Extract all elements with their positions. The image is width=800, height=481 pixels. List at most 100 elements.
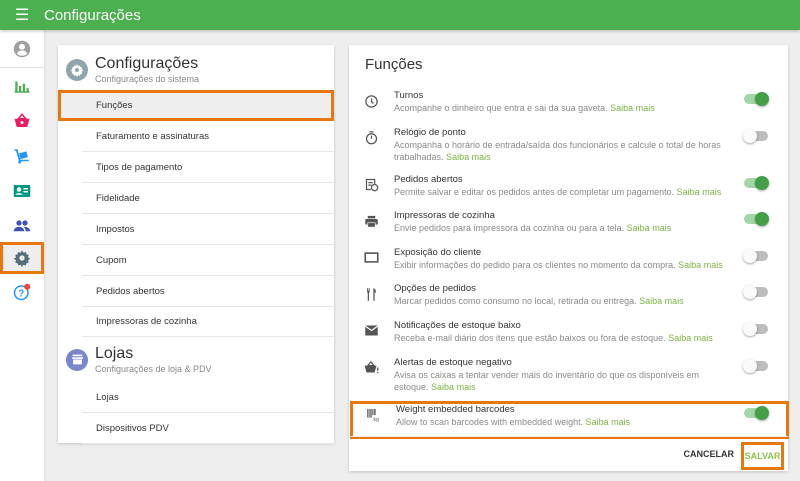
- feature-toggle[interactable]: [743, 285, 768, 300]
- svg-text:?: ?: [18, 289, 24, 300]
- utensils-icon: [363, 286, 379, 302]
- toggle-knob[interactable]: [743, 128, 757, 143]
- dolly-icon[interactable]: [0, 141, 44, 171]
- feature-description-text: Exibir informações do pedido para os cli…: [394, 259, 676, 270]
- learn-more-link[interactable]: Saiba mais: [677, 187, 722, 197]
- feature-description-text: Acompanha o horário de entrada/saída dos…: [394, 139, 721, 162]
- feature-title: Relógio de ponto: [394, 126, 466, 138]
- feature-description-text: Receba e-mail diário dos itens que estão…: [394, 332, 666, 343]
- contact-card-icon[interactable]: [0, 176, 44, 206]
- learn-more-link[interactable]: Saiba mais: [610, 103, 655, 113]
- feature-description: Acompanha o horário de entrada/saída dos…: [394, 139, 728, 163]
- menu-item-funcoes[interactable]: Funções: [58, 90, 334, 121]
- section-header-configuracoes: Configurações Configurações do sistema: [66, 55, 199, 84]
- toggle-knob[interactable]: [743, 358, 757, 373]
- feature-toggle[interactable]: [743, 358, 768, 373]
- toggle-knob[interactable]: [743, 248, 757, 263]
- menu-item-impostos[interactable]: Impostos: [58, 214, 334, 245]
- clock-icon: [363, 93, 379, 109]
- feature-description: Marcar pedidos como consumo no local, re…: [394, 295, 728, 307]
- section-header-lojas: Lojas Configurações de loja & PDV: [66, 345, 212, 374]
- menu-item-impressoras[interactable]: Impressoras de cozinha: [58, 306, 334, 337]
- feature-toggle[interactable]: [744, 175, 769, 190]
- menu-item-lojas[interactable]: Lojas: [58, 382, 334, 413]
- learn-more-link[interactable]: Saiba mais: [586, 417, 631, 427]
- stopwatch-icon: [363, 130, 379, 146]
- save-button[interactable]: SALVAR: [741, 442, 784, 470]
- feature-title: Alertas de estoque negativo: [394, 356, 512, 368]
- toggle-knob[interactable]: [743, 321, 757, 336]
- store-icon: [66, 348, 88, 371]
- feature-description: Permite salvar e editar os pedidos antes…: [394, 186, 728, 198]
- barcode-kg-icon: kg: [365, 407, 381, 423]
- feature-row: Exposição do cliente Exibir informações …: [349, 245, 788, 282]
- learn-more-link[interactable]: Saiba mais: [431, 382, 476, 392]
- printer-icon: [363, 213, 379, 229]
- feature-toggle[interactable]: [744, 92, 769, 106]
- feature-toggle[interactable]: [743, 248, 768, 263]
- gear-icon[interactable]: [0, 242, 44, 274]
- feature-title: Opções de pedidos: [394, 283, 476, 295]
- feature-description: Acompanhe o dinheiro que entra e sai da …: [394, 102, 728, 114]
- menu-item-cupom[interactable]: Cupom: [58, 245, 334, 276]
- sidebar-divider: [0, 67, 44, 68]
- cancel-button[interactable]: CANCELAR: [684, 449, 735, 459]
- learn-more-link[interactable]: Saiba mais: [639, 296, 684, 306]
- toggle-knob[interactable]: [755, 92, 769, 106]
- feature-toggle[interactable]: [743, 128, 768, 143]
- features-card: Funções Turnos Acompanhe o dinheiro que …: [349, 45, 789, 471]
- section-subtitle: Configurações do sistema: [95, 74, 200, 84]
- features-title: Funções: [365, 56, 423, 73]
- feature-row: Pedidos abertos Permite salvar e editar …: [349, 172, 788, 209]
- section-title: Lojas: [95, 345, 134, 362]
- account-circle-icon[interactable]: [0, 34, 44, 64]
- feature-title: Turnos: [394, 90, 424, 101]
- menu-item-fidelidade[interactable]: Fidelidade: [58, 183, 334, 214]
- section-title: Configurações: [95, 55, 199, 72]
- feature-description-text: Allow to scan barcodes with embedded wei…: [396, 416, 584, 427]
- menu-item-tipos-pagamento[interactable]: Tipos de pagamento: [58, 152, 334, 183]
- feature-description-text: Marcar pedidos como consumo no local, re…: [394, 296, 637, 307]
- feature-title: Weight embedded barcodes: [396, 403, 515, 415]
- basket-alert-icon: [363, 360, 379, 376]
- feature-title: Impressoras de cozinha: [394, 210, 495, 222]
- menu-icon[interactable]: ☰: [0, 5, 44, 25]
- open-ticket-icon: [363, 177, 379, 193]
- svg-text:kg: kg: [373, 417, 379, 422]
- bar-chart-icon[interactable]: [0, 71, 44, 101]
- help-icon[interactable]: ?: [0, 277, 44, 307]
- feature-toggle[interactable]: [744, 212, 769, 227]
- feature-description-text: Envie pedidos para impressora da cozinha…: [394, 223, 625, 234]
- settings-menu-card: Configurações Configurações do sistema Fu…: [58, 45, 334, 444]
- feature-row: Turnos Acompanhe o dinheiro que entra e …: [349, 88, 788, 125]
- feature-title: Notificações de estoque baixo: [394, 319, 521, 331]
- basket-icon[interactable]: [0, 106, 44, 136]
- feature-description: Allow to scan barcodes with embedded wei…: [396, 416, 728, 428]
- learn-more-link[interactable]: Saiba mais: [678, 260, 723, 270]
- display-icon: [363, 250, 379, 266]
- gear-icon: [66, 58, 88, 81]
- toggle-knob[interactable]: [743, 285, 757, 300]
- feature-row: kg Weight embedded barcodes Allow to sca…: [350, 400, 789, 440]
- menu-item-faturamento[interactable]: Faturamento e assinaturas: [58, 121, 334, 152]
- feature-description: Avisa os caixas a tentar vender mais do …: [394, 369, 728, 393]
- card-footer: CANCELAR SALVAR: [349, 436, 788, 471]
- app-bar: ☰ Configurações: [0, 0, 800, 30]
- feature-row: Relógio de ponto Acompanha o horário de …: [349, 125, 788, 172]
- menu-item-dispositivos-pdv[interactable]: Dispositivos PDV: [58, 413, 334, 444]
- menu-item-pedidos-abertos[interactable]: Pedidos abertos: [58, 276, 334, 307]
- toggle-knob[interactable]: [755, 405, 769, 420]
- toggle-knob[interactable]: [755, 212, 769, 227]
- learn-more-link[interactable]: Saiba mais: [668, 333, 713, 343]
- toggle-knob[interactable]: [755, 175, 769, 190]
- learn-more-link[interactable]: Saiba mais: [627, 223, 672, 233]
- feature-toggle[interactable]: [743, 321, 768, 336]
- feature-title: Exposição do cliente: [394, 246, 482, 258]
- sidebar: ?: [0, 30, 44, 481]
- people-icon[interactable]: [0, 211, 44, 241]
- learn-more-link[interactable]: Saiba mais: [446, 152, 491, 162]
- feature-row: Impressoras de cozinha Envie pedidos par…: [349, 208, 788, 245]
- feature-toggle[interactable]: [744, 405, 769, 420]
- feature-description: Exibir informações do pedido para os cli…: [394, 259, 728, 271]
- features-list: Turnos Acompanhe o dinheiro que entra e …: [349, 88, 789, 440]
